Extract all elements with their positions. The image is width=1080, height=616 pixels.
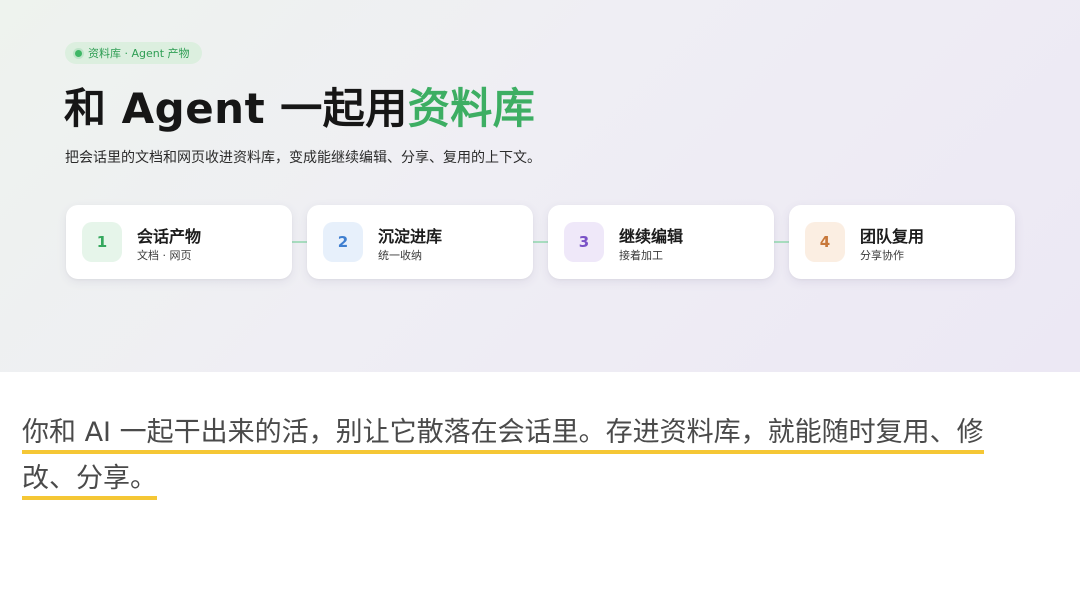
hero-banner: 资料库 · Agent 产物 和 Agent 一起用资料库 把会话里的文档和网页… xyxy=(0,0,1080,372)
step-number-badge: 3 xyxy=(564,222,604,262)
step-number-badge: 1 xyxy=(82,222,122,262)
step-subtitle: 分享协作 xyxy=(860,249,904,262)
step-subtitle: 统一收纳 xyxy=(378,249,422,262)
page-subtitle: 把会话里的文档和网页收进资料库，变成能继续编辑、分享、复用的上下文。 xyxy=(65,150,541,166)
step-card-2: 2 沉淀进库 统一收纳 xyxy=(307,205,533,279)
step-title: 沉淀进库 xyxy=(378,227,443,246)
caption-line-2: 改、分享。 xyxy=(22,463,157,500)
caption-line-1: 你和 AI 一起干出来的活，别让它散落在会话里。存进资料库，就能随时复用、修 xyxy=(22,417,984,454)
step-connector xyxy=(292,241,308,243)
steps-row: 1 会话产物 文档 · 网页 2 沉淀进库 统一收纳 3 继续编辑 接着加工 4… xyxy=(66,205,1016,279)
step-card-4: 4 团队复用 分享协作 xyxy=(789,205,1015,279)
step-connector xyxy=(774,241,790,243)
step-connector xyxy=(533,241,549,243)
page-title-accent: 资料库 xyxy=(407,84,536,133)
step-subtitle: 接着加工 xyxy=(619,249,663,262)
status-dot-icon xyxy=(75,49,82,57)
page-title: 和 Agent 一起用资料库 xyxy=(64,80,535,138)
step-title: 继续编辑 xyxy=(619,227,684,246)
step-subtitle: 文档 · 网页 xyxy=(137,249,192,262)
caption-text: 你和 AI 一起干出来的活，别让它散落在会话里。存进资料库，就能随时复用、修 改… xyxy=(22,410,1067,502)
step-card-1: 1 会话产物 文档 · 网页 xyxy=(66,205,292,279)
step-title: 会话产物 xyxy=(137,227,202,246)
category-pill: 资料库 · Agent 产物 xyxy=(65,42,202,64)
page-title-main: 和 Agent 一起用 xyxy=(64,84,408,133)
category-pill-label: 资料库 · Agent 产物 xyxy=(88,47,190,60)
step-number-badge: 4 xyxy=(805,222,845,262)
step-number-badge: 2 xyxy=(323,222,363,262)
step-title: 团队复用 xyxy=(860,227,925,246)
step-card-3: 3 继续编辑 接着加工 xyxy=(548,205,774,279)
